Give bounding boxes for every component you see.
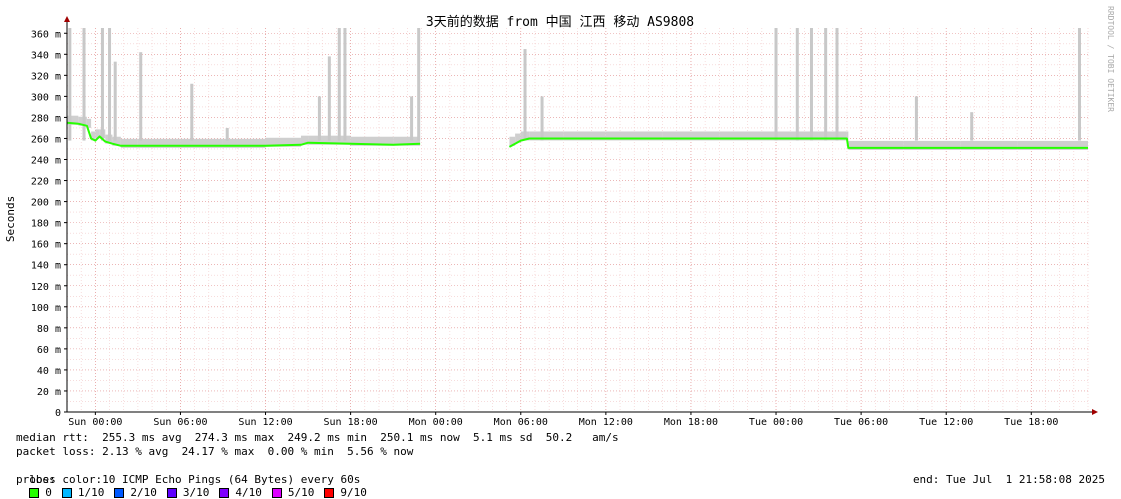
legend-label: 1/10	[77, 486, 105, 499]
legend-label: 9/10	[340, 486, 367, 499]
y-tick-label: 140 m	[31, 261, 61, 272]
legend-swatch	[166, 487, 177, 498]
legend-swatch	[324, 487, 335, 498]
x-tick-label: Mon 12:00	[579, 417, 633, 428]
y-axis-label: Seconds	[4, 196, 17, 242]
y-tick-label: 280 m	[31, 113, 61, 124]
smoke-spike	[540, 96, 544, 141]
y-tick-label: 100 m	[31, 303, 61, 314]
end-timestamp: end: Tue Jul 1 21:58:08 2025	[912, 473, 1105, 486]
smoke-spike	[523, 49, 527, 141]
legend-item: 2/10	[114, 486, 157, 499]
y-tick-label: 220 m	[31, 177, 61, 188]
y-tick-label: 40 m	[37, 366, 61, 377]
x-tick-label: Mon 00:00	[409, 417, 463, 428]
rrdtool-watermark: RRDTOOL / TOBI OETIKER	[1106, 6, 1115, 112]
smoke-spike	[410, 96, 414, 141]
smoke-spike	[774, 28, 778, 141]
y-tick-label: 260 m	[31, 134, 61, 145]
x-axis-arrow	[1092, 409, 1098, 415]
y-tick-label: 300 m	[31, 92, 61, 103]
y-tick-label: 360 m	[31, 29, 61, 40]
legend-label: 3/10	[182, 486, 210, 499]
y-tick-label: 60 m	[37, 345, 61, 356]
y-axis-arrow	[64, 16, 70, 22]
smoke-spike	[835, 28, 839, 141]
y-tick-label: 200 m	[31, 198, 61, 209]
probe-info: probe: 10 ICMP Echo Pings (64 Bytes) eve…	[16, 473, 361, 486]
x-tick-label: Sun 00:00	[68, 417, 122, 428]
legend-swatch	[29, 487, 40, 498]
legend-label: 5/10	[287, 486, 315, 499]
smoke-spike	[113, 61, 117, 141]
x-tick-label: Tue 00:00	[749, 417, 803, 428]
smoke-spike	[809, 28, 813, 141]
y-tick-label: 160 m	[31, 240, 61, 251]
smoke-spike	[795, 28, 799, 141]
smoke-spike	[82, 28, 86, 141]
x-tick-label: Sun 06:00	[153, 417, 207, 428]
legend-swatch	[271, 487, 282, 498]
y-tick-label: 320 m	[31, 71, 61, 82]
smoke-spike	[190, 83, 194, 141]
legend-swatch	[114, 487, 125, 498]
packet-loss-stats: packet loss: 2.13 % avg 24.17 % max 0.00…	[16, 445, 414, 458]
smoke-spike	[1077, 28, 1081, 141]
smoke-spike	[108, 28, 112, 141]
legend-item: 4/10	[219, 486, 262, 499]
legend-item: 1/10	[61, 486, 105, 499]
legend-item: 5/10	[271, 486, 315, 499]
legend-label: 4/10	[235, 486, 262, 499]
grid	[66, 28, 1089, 413]
median-rtt-stats: median rtt: 255.3 ms avg 274.3 ms max 24…	[16, 431, 619, 444]
smoke-spike	[343, 28, 347, 141]
x-tick-label: Mon 18:00	[664, 417, 718, 428]
smoke-spike	[327, 56, 331, 141]
y-tick-label: 120 m	[31, 282, 61, 293]
smokeping-chart: 0 20 m 40 m 60 m 80 m 100 m 120 m 140 m 160 m 180…	[4, 6, 1115, 428]
legend-item: 3/10	[166, 486, 210, 499]
legend-label: 2/10	[130, 486, 157, 499]
smoke-spike	[225, 127, 229, 141]
smoke-spike	[970, 112, 974, 141]
x-tick-label: Tue 18:00	[1004, 417, 1058, 428]
smoke-spike	[100, 28, 104, 141]
smoke-spike	[139, 52, 143, 141]
y-tick-label: 0	[55, 408, 61, 419]
smoke-spike	[337, 28, 341, 141]
legend-item: 9/10	[324, 486, 367, 499]
x-tick-label: Tue 06:00	[834, 417, 888, 428]
y-tick-label: 180 m	[31, 219, 61, 230]
x-tick-label: Sun 18:00	[324, 417, 378, 428]
y-tick-label: 240 m	[31, 156, 61, 167]
legend-swatch	[61, 487, 72, 498]
smoke-spike	[417, 28, 421, 141]
x-tick-label: Mon 06:00	[494, 417, 548, 428]
loss-color-legend: loss color: 0 1/10 2/10 3/10 4/10 5/10 9/10	[16, 459, 377, 499]
legend-items: 0 1/10 2/10 3/10 4/10 5/10 9/10	[29, 486, 377, 499]
legend-label: 0	[45, 486, 52, 499]
x-tick-label: Tue 12:00	[919, 417, 973, 428]
smoke-spike	[914, 96, 918, 141]
legend-swatch	[219, 487, 230, 498]
smoke-spike	[824, 28, 828, 141]
axes: 0 20 m 40 m 60 m 80 m 100 m 120 m 140 m 160 m 180…	[31, 16, 1098, 428]
legend-item: 0	[29, 486, 52, 499]
smoke-spike	[317, 96, 321, 141]
x-tick-label: Sun 12:00	[238, 417, 292, 428]
y-tick-label: 20 m	[37, 387, 61, 398]
y-tick-label: 80 m	[37, 324, 61, 335]
y-tick-label: 340 m	[31, 50, 61, 61]
chart-title: 3天前的数据 from 中国 江西 移动 AS9808	[426, 14, 694, 30]
